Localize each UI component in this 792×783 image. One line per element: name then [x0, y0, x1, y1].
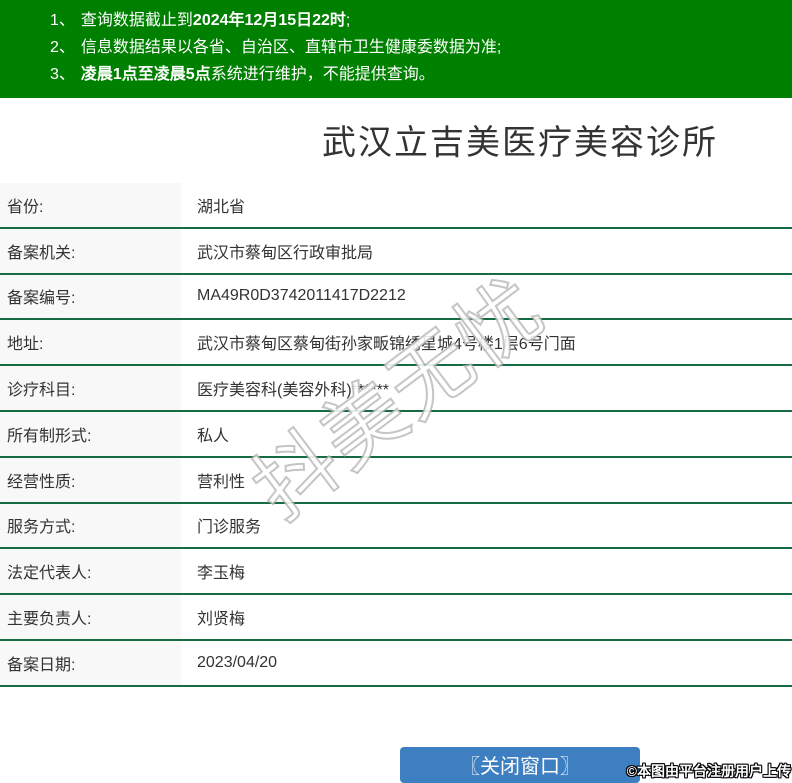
- record-table: 省份: 湖北省 备案机关: 武汉市蔡甸区行政审批局 备案编号: MA49R0D3…: [0, 183, 792, 687]
- row-value: 武汉市蔡甸区蔡甸街孙家畈锦绣星城4号楼1层6号门面: [181, 320, 576, 364]
- row-label: 备案机关:: [0, 229, 181, 273]
- row-value: 2023/04/20: [181, 641, 277, 685]
- table-row-filing-number: 备案编号: MA49R0D3742011417D2212: [0, 275, 792, 321]
- notice-line-3: 3、凌晨1点至凌晨5点系统进行维护，不能提供查询。: [50, 61, 792, 88]
- row-label: 所有制形式:: [0, 412, 181, 456]
- row-value: 私人: [181, 412, 229, 456]
- row-value: 营利性: [181, 458, 245, 502]
- table-row-filing-authority: 备案机关: 武汉市蔡甸区行政审批局: [0, 229, 792, 275]
- table-row-address: 地址: 武汉市蔡甸区蔡甸街孙家畈锦绣星城4号楼1层6号门面: [0, 320, 792, 366]
- uploader-stamp: ©本图由平台注册用户上传: [627, 761, 791, 781]
- row-value: 门诊服务: [181, 504, 261, 548]
- close-window-button[interactable]: 〖关闭窗口〗: [400, 747, 640, 783]
- notice-bold-text: 凌晨1点至凌晨5点: [81, 66, 211, 83]
- notice-bold-text: 2024年12月15日22时: [193, 12, 346, 29]
- row-label: 地址:: [0, 320, 181, 364]
- table-row-filing-date: 备案日期: 2023/04/20: [0, 641, 792, 687]
- row-value: 武汉市蔡甸区行政审批局: [181, 229, 373, 273]
- notice-number: 1、: [50, 12, 75, 29]
- notice-number: 3、: [50, 66, 75, 83]
- row-label: 备案日期:: [0, 641, 181, 685]
- table-row-business-nature: 经营性质: 营利性: [0, 458, 792, 504]
- notice-text: 信息数据结果以各省、自治区、直辖市卫生健康委数据为准;: [81, 39, 501, 56]
- notice-text: ;: [346, 12, 350, 29]
- table-row-ownership-form: 所有制形式: 私人: [0, 412, 792, 458]
- row-label: 省份:: [0, 183, 181, 227]
- notice-text: 查询数据截止到: [81, 12, 193, 29]
- table-row-province: 省份: 湖北省: [0, 183, 792, 229]
- row-label: 服务方式:: [0, 504, 181, 548]
- table-row-main-person-in-charge: 主要负责人: 刘贤梅: [0, 595, 792, 641]
- row-value: 医疗美容科(美容外科)******: [181, 366, 389, 410]
- clinic-title: 武汉立吉美医疗美容诊所: [0, 126, 792, 161]
- row-value: 李玉梅: [181, 549, 245, 593]
- notice-line-2: 2、信息数据结果以各省、自治区、直辖市卫生健康委数据为准;: [50, 34, 792, 61]
- notice-number: 2、: [50, 39, 75, 56]
- row-label: 主要负责人:: [0, 595, 181, 639]
- notice-banner: 1、查询数据截止到2024年12月15日22时; 2、信息数据结果以各省、自治区…: [0, 0, 792, 98]
- notice-line-1: 1、查询数据截止到2024年12月15日22时;: [50, 7, 792, 34]
- table-row-service-mode: 服务方式: 门诊服务: [0, 504, 792, 550]
- table-row-diagnosis-subjects: 诊疗科目: 医疗美容科(美容外科)******: [0, 366, 792, 412]
- table-row-legal-representative: 法定代表人: 李玉梅: [0, 549, 792, 595]
- notice-text: 系统进行维护，不能提供查询。: [211, 66, 435, 83]
- row-label: 法定代表人:: [0, 549, 181, 593]
- row-label: 经营性质:: [0, 458, 181, 502]
- record-content: 武汉立吉美医疗美容诊所 省份: 湖北省 备案机关: 武汉市蔡甸区行政审批局 备案…: [0, 126, 792, 783]
- row-label: 诊疗科目:: [0, 366, 181, 410]
- row-value: MA49R0D3742011417D2212: [181, 275, 406, 319]
- row-value: 刘贤梅: [181, 595, 245, 639]
- row-value: 湖北省: [181, 183, 245, 227]
- row-label: 备案编号:: [0, 275, 181, 319]
